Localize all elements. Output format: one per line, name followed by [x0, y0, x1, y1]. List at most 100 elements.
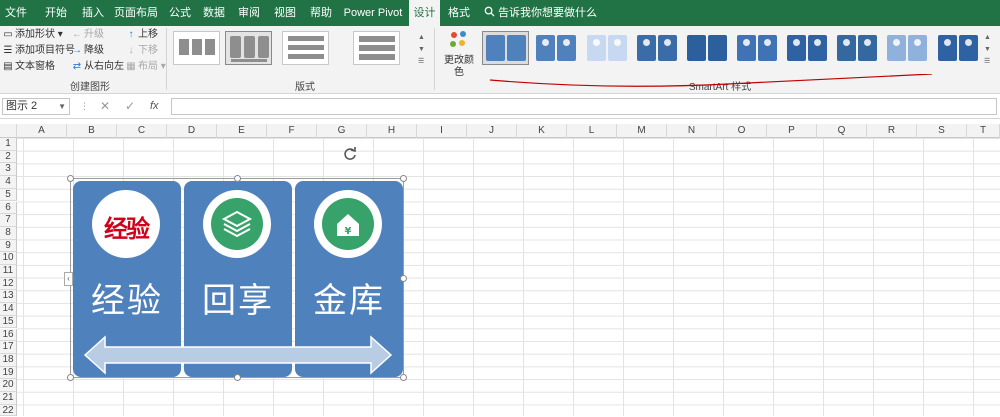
- column-header[interactable]: M: [617, 124, 667, 138]
- tell-me-search[interactable]: 告诉我你想要做什么: [484, 0, 597, 26]
- row-header[interactable]: 22: [0, 404, 17, 416]
- add-bullet-button[interactable]: ☰ 添加项目符号: [2, 44, 75, 58]
- tab-format[interactable]: 格式: [443, 0, 475, 26]
- column-header[interactable]: J: [467, 124, 517, 138]
- resize-handle[interactable]: [400, 275, 407, 282]
- row-header[interactable]: 16: [0, 328, 17, 342]
- row-header[interactable]: 9: [0, 239, 17, 253]
- move-down-button[interactable]: ↓ 下移: [125, 44, 159, 58]
- smartart-style-1[interactable]: [482, 31, 529, 65]
- text-pane-button[interactable]: ▤ 文本窗格: [2, 60, 55, 74]
- row-header[interactable]: 1: [0, 138, 17, 151]
- add-shape-button[interactable]: ▭ 添加形状 ▾: [2, 28, 63, 42]
- column-header[interactable]: E: [217, 124, 267, 138]
- resize-handle[interactable]: [67, 374, 74, 381]
- column-header[interactable]: L: [567, 124, 617, 138]
- column-header[interactable]: S: [917, 124, 967, 138]
- column-header[interactable]: N: [667, 124, 717, 138]
- move-down-arrow-icon: ↓: [128, 45, 134, 56]
- column-header[interactable]: H: [367, 124, 417, 138]
- row-header[interactable]: 19: [0, 366, 17, 380]
- move-up-button[interactable]: ↑ 上移: [125, 28, 159, 42]
- column-header[interactable]: I: [417, 124, 467, 138]
- smartart-style-7[interactable]: [783, 31, 830, 65]
- right-to-left-button[interactable]: ⇄ 从右向左: [71, 60, 124, 74]
- smartart-style-8[interactable]: [833, 31, 880, 65]
- row-header[interactable]: 5: [0, 188, 17, 202]
- resize-handle[interactable]: [400, 374, 407, 381]
- select-all-corner[interactable]: [0, 124, 17, 138]
- resize-handle[interactable]: [234, 374, 241, 381]
- tab-data[interactable]: 数据: [199, 0, 229, 26]
- logo-circle: 经验: [92, 190, 160, 258]
- row-header[interactable]: 18: [0, 353, 17, 367]
- row-header[interactable]: 15: [0, 315, 17, 329]
- row-header[interactable]: 12: [0, 277, 17, 291]
- enter-icon[interactable]: ✓: [125, 99, 135, 113]
- column-header[interactable]: T: [967, 124, 1000, 138]
- formula-input[interactable]: [171, 98, 997, 115]
- smartart-style-9[interactable]: [883, 31, 930, 65]
- layouts-scroll-arrows[interactable]: ▲ ▼ ☰: [418, 32, 425, 68]
- text-pane-toggle[interactable]: ‹: [64, 272, 73, 286]
- column-header[interactable]: F: [267, 124, 317, 138]
- row-header[interactable]: 21: [0, 392, 17, 405]
- column-header[interactable]: G: [317, 124, 367, 138]
- row-header[interactable]: 14: [0, 303, 17, 316]
- layout-thumb-4[interactable]: [353, 31, 400, 65]
- smartart-style-6[interactable]: [733, 31, 780, 65]
- resize-handle[interactable]: [400, 175, 407, 182]
- smartart-style-10[interactable]: [934, 31, 981, 65]
- add-shape-icon: ▭: [3, 29, 13, 40]
- rotate-handle-icon[interactable]: [342, 146, 358, 162]
- tab-formulas[interactable]: 公式: [165, 0, 195, 26]
- column-header[interactable]: P: [767, 124, 817, 138]
- smartart-style-5[interactable]: [683, 31, 730, 65]
- tab-help[interactable]: 帮助: [306, 0, 336, 26]
- row-header[interactable]: 3: [0, 163, 17, 177]
- row-header[interactable]: 8: [0, 226, 17, 240]
- name-box[interactable]: 图示 2 ▼: [2, 98, 70, 115]
- smartart-graphic[interactable]: 经验 经验 回享 ¥ 金库 ‹: [64, 175, 407, 381]
- cancel-icon[interactable]: ✕: [100, 99, 110, 113]
- column-header[interactable]: R: [867, 124, 917, 138]
- column-header[interactable]: B: [67, 124, 117, 138]
- smartart-style-4[interactable]: [633, 31, 680, 65]
- row-header[interactable]: 6: [0, 201, 17, 215]
- tab-view[interactable]: 视图: [269, 0, 301, 26]
- resize-handle[interactable]: [234, 175, 241, 182]
- row-header[interactable]: 2: [0, 150, 17, 164]
- row-header[interactable]: 7: [0, 214, 17, 227]
- resize-handle[interactable]: [67, 175, 74, 182]
- layout-thumb-1[interactable]: [173, 31, 220, 65]
- tab-home[interactable]: 开始: [40, 0, 72, 26]
- row-header[interactable]: 10: [0, 252, 17, 265]
- column-header[interactable]: O: [717, 124, 767, 138]
- row-header[interactable]: 17: [0, 341, 17, 354]
- column-header[interactable]: K: [517, 124, 567, 138]
- row-header[interactable]: 11: [0, 265, 17, 278]
- tab-review[interactable]: 审阅: [233, 0, 265, 26]
- layout-button[interactable]: ▦ 布局 ▾: [125, 60, 166, 74]
- tab-power-pivot[interactable]: Power Pivot: [341, 0, 405, 26]
- column-header[interactable]: C: [117, 124, 167, 138]
- tab-file[interactable]: 文件: [0, 0, 32, 26]
- column-header[interactable]: A: [17, 124, 67, 138]
- row-header[interactable]: 20: [0, 379, 17, 392]
- layout-thumb-3[interactable]: [282, 31, 329, 65]
- demote-button[interactable]: → 降级: [71, 44, 104, 58]
- layout-thumb-2[interactable]: [225, 31, 272, 65]
- row-header[interactable]: 4: [0, 176, 17, 189]
- tab-design[interactable]: 设计: [409, 0, 440, 26]
- column-header[interactable]: D: [167, 124, 217, 138]
- styles-scroll-arrows[interactable]: ▲ ▼ ☰: [984, 32, 991, 68]
- row-header[interactable]: 13: [0, 290, 17, 304]
- promote-button[interactable]: ← 升级: [71, 28, 104, 42]
- tab-insert[interactable]: 插入: [77, 0, 109, 26]
- change-colors-button[interactable]: 更改颜色: [440, 28, 478, 78]
- smartart-style-2[interactable]: [532, 31, 579, 65]
- column-header[interactable]: Q: [817, 124, 867, 138]
- insert-function-icon[interactable]: fx: [150, 100, 159, 112]
- tab-page-layout[interactable]: 页面布局: [113, 0, 159, 26]
- smartart-style-3[interactable]: [583, 31, 630, 65]
